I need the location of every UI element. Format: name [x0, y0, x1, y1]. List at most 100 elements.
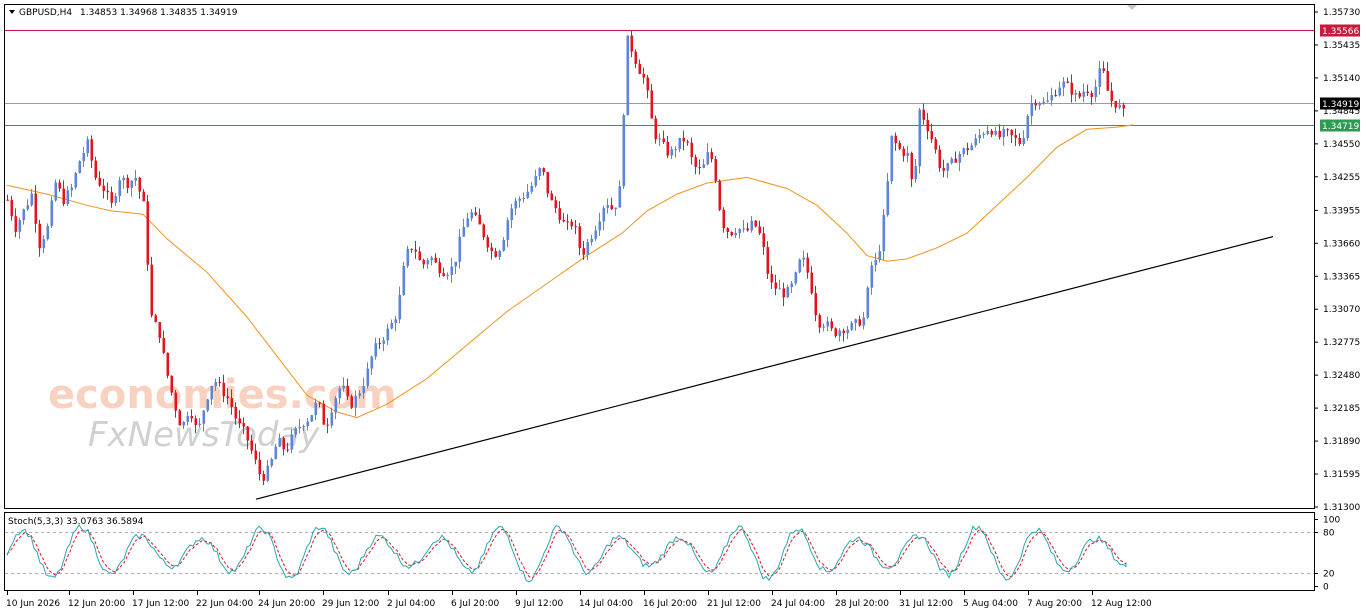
candle[interactable]	[570, 218, 574, 230]
candle[interactable]	[54, 179, 58, 202]
candle[interactable]	[638, 59, 642, 75]
candle[interactable]	[1094, 79, 1098, 103]
candle[interactable]	[426, 258, 430, 270]
candle[interactable]	[438, 257, 442, 278]
candle[interactable]	[270, 457, 274, 468]
candle[interactable]	[598, 212, 602, 236]
candle[interactable]	[458, 229, 462, 269]
candle[interactable]	[154, 313, 158, 323]
candle[interactable]	[790, 280, 794, 293]
candle[interactable]	[130, 179, 134, 197]
candle[interactable]	[70, 183, 74, 198]
candle[interactable]	[14, 208, 18, 238]
candle[interactable]	[762, 226, 766, 255]
candle[interactable]	[998, 124, 1002, 140]
candle[interactable]	[418, 246, 422, 261]
candle[interactable]	[850, 321, 854, 331]
candle[interactable]	[1026, 114, 1030, 142]
candle[interactable]	[94, 156, 98, 181]
candle[interactable]	[1018, 133, 1022, 146]
candle[interactable]	[506, 217, 510, 248]
candle[interactable]	[594, 225, 598, 241]
candle[interactable]	[366, 362, 370, 389]
candle[interactable]	[1082, 83, 1086, 103]
candle[interactable]	[494, 247, 498, 258]
candle[interactable]	[974, 133, 978, 148]
candle[interactable]	[1106, 62, 1110, 91]
candle[interactable]	[310, 414, 314, 423]
candle[interactable]	[698, 159, 702, 175]
candle[interactable]	[994, 126, 998, 137]
candle[interactable]	[914, 159, 918, 183]
candle[interactable]	[830, 318, 834, 331]
candle[interactable]	[406, 245, 410, 269]
candle[interactable]	[1086, 84, 1090, 97]
candle[interactable]	[502, 236, 506, 252]
candle[interactable]	[754, 220, 758, 228]
candle[interactable]	[938, 145, 942, 172]
candle[interactable]	[150, 256, 154, 318]
candle[interactable]	[102, 178, 106, 199]
candle[interactable]	[394, 315, 398, 332]
candle[interactable]	[30, 189, 34, 207]
candle[interactable]	[1014, 128, 1018, 147]
candle[interactable]	[514, 197, 518, 216]
candle[interactable]	[1098, 60, 1102, 95]
candle[interactable]	[686, 139, 690, 146]
candle[interactable]	[546, 171, 550, 198]
candle[interactable]	[690, 137, 694, 165]
candle[interactable]	[1090, 90, 1094, 105]
candle[interactable]	[842, 328, 846, 342]
candle[interactable]	[454, 261, 458, 274]
candle[interactable]	[898, 140, 902, 151]
candle[interactable]	[446, 272, 450, 280]
candle[interactable]	[1034, 99, 1038, 111]
candle[interactable]	[578, 222, 582, 256]
candle[interactable]	[22, 208, 26, 225]
candle[interactable]	[42, 235, 46, 254]
candle[interactable]	[958, 151, 962, 172]
candle[interactable]	[266, 459, 270, 483]
candle[interactable]	[1114, 100, 1118, 113]
candle[interactable]	[18, 217, 22, 239]
candle[interactable]	[878, 244, 882, 263]
candle[interactable]	[1078, 91, 1082, 99]
candle[interactable]	[870, 261, 874, 295]
candle[interactable]	[786, 284, 790, 298]
candle[interactable]	[982, 131, 986, 139]
candle[interactable]	[558, 201, 562, 224]
candle[interactable]	[822, 323, 826, 332]
candle[interactable]	[826, 316, 830, 332]
candle[interactable]	[74, 171, 78, 190]
candle[interactable]	[350, 394, 354, 410]
candle[interactable]	[778, 279, 782, 290]
candle[interactable]	[610, 197, 614, 210]
candle[interactable]	[902, 146, 906, 162]
candle[interactable]	[1058, 81, 1062, 97]
candle[interactable]	[794, 271, 798, 286]
candle[interactable]	[66, 186, 70, 207]
candle[interactable]	[142, 189, 146, 202]
candle[interactable]	[742, 219, 746, 233]
candle[interactable]	[1054, 89, 1058, 97]
candle[interactable]	[206, 398, 210, 413]
candle[interactable]	[730, 231, 734, 237]
candle[interactable]	[926, 112, 930, 140]
candle[interactable]	[138, 176, 142, 199]
candle[interactable]	[942, 159, 946, 178]
candle[interactable]	[470, 209, 474, 222]
candle[interactable]	[882, 209, 886, 260]
candle[interactable]	[38, 219, 42, 257]
candle[interactable]	[326, 418, 330, 434]
candle[interactable]	[114, 193, 118, 207]
candle[interactable]	[678, 137, 682, 152]
candle[interactable]	[1074, 89, 1078, 102]
candle[interactable]	[954, 151, 958, 163]
candle[interactable]	[910, 151, 914, 187]
candle[interactable]	[486, 234, 490, 252]
candle[interactable]	[770, 265, 774, 289]
candle[interactable]	[450, 257, 454, 283]
candle[interactable]	[430, 255, 434, 266]
candle[interactable]	[694, 154, 698, 175]
candle[interactable]	[522, 192, 526, 203]
